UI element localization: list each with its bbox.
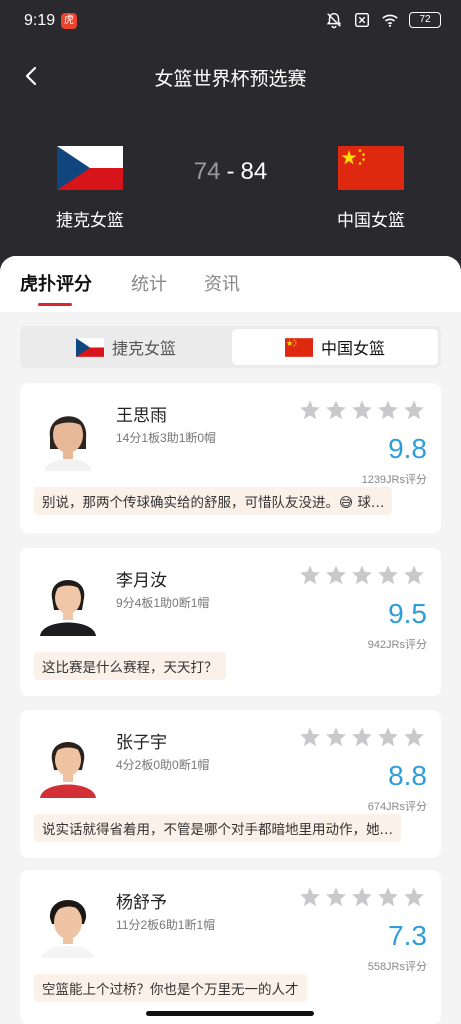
star-icon[interactable] [403,564,425,586]
away-team[interactable]: 中国女篮 [301,146,441,231]
battery-icon: 72 [409,12,441,28]
team-toggle-china[interactable]: 中国女篮 [232,329,438,365]
rating-stars[interactable] [299,886,425,908]
player-stats: 11分2板6助1断1帽 [116,918,216,932]
home-team-name: 捷克女篮 [56,211,124,231]
status-icons: 72 [325,11,441,29]
star-icon[interactable] [377,726,399,748]
player-stats: 14分1板3助1断0帽 [116,431,217,445]
player-stats: 9分4板1助0断1帽 [116,596,210,610]
china-flag-icon [284,337,313,357]
rating-stars[interactable] [299,399,425,421]
player-name: 张子宇 [116,733,167,753]
tab-stats[interactable]: 统计 [131,270,167,296]
star-icon[interactable] [377,399,399,421]
vote-count: 674JRs评分 [367,801,427,813]
star-icon[interactable] [403,886,425,908]
away-score: 84 [240,158,268,185]
page-title: 女篮世界杯预选赛 [154,68,307,90]
wifi-icon [382,14,398,27]
player-avatar [36,724,100,798]
player-rating: 9.8 [388,433,427,464]
player-rating: 7.3 [388,920,427,951]
star-icon[interactable] [299,726,321,748]
star-icon[interactable] [403,726,425,748]
top-comment[interactable]: 说实话就得省着用，不管是哪个对手都暗地里用动作，她… [34,814,401,842]
player-avatar [36,397,100,471]
tab-bar: 虎扑评分 统计 资讯 [0,256,461,312]
player-name: 杨舒予 [116,893,167,913]
mute-bell-icon [326,12,342,29]
star-icon[interactable] [325,726,347,748]
content-panel: 虎扑评分 统计 资讯 捷克女篮 中国女篮 王思雨 14分1板3助1断0帽 9.8… [0,256,461,1024]
tab-hupu-rating[interactable]: 虎扑评分 [20,270,92,296]
star-icon[interactable] [351,886,373,908]
team-toggle: 捷克女篮 中国女篮 [20,326,441,368]
player-card[interactable]: 张子宇 4分2板0助0断1帽 8.8 674JRs评分 说实话就得省着用，不管是… [20,710,441,858]
player-name: 王思雨 [116,406,167,426]
vote-count: 942JRs评分 [367,639,427,651]
china-flag-icon [338,146,404,190]
match-header: 9:19 虎 72 女篮世界杯预选赛 捷克女篮 74 - 84 中国女篮 [0,0,461,290]
star-icon[interactable] [325,564,347,586]
star-icon[interactable] [377,886,399,908]
star-icon[interactable] [351,564,373,586]
player-card[interactable]: 王思雨 14分1板3助1断0帽 9.8 1239JRs评分 别说，那两个传球确实… [20,383,441,533]
rating-stars[interactable] [299,726,425,748]
top-comment[interactable]: 空篮能上个过桥？你也是个万里无一的人才 [34,974,307,1002]
star-icon[interactable] [403,399,425,421]
top-comment[interactable]: 这比赛是什么赛程，天天打？ [34,652,226,680]
active-tab-indicator [38,303,72,306]
player-name: 李月汝 [116,571,167,591]
vote-count: 558JRs评分 [367,961,427,973]
czech-flag-icon [75,337,104,357]
player-avatar [36,884,100,958]
status-time: 9:19 [24,12,56,29]
team-toggle-czech[interactable]: 捷克女篮 [23,329,229,365]
star-icon[interactable] [299,399,321,421]
player-rating: 9.5 [388,598,427,629]
app-notification-icon: 虎 [61,13,77,29]
star-icon[interactable] [351,399,373,421]
rating-stars[interactable] [299,564,425,586]
player-card[interactable]: 李月汝 9分4板1助0断1帽 9.5 942JRs评分 这比赛是什么赛程，天天打… [20,548,441,696]
team-toggle-china-label: 中国女篮 [320,339,385,358]
tab-news[interactable]: 资讯 [204,270,240,296]
star-icon[interactable] [325,886,347,908]
star-icon[interactable] [351,726,373,748]
home-indicator[interactable] [146,1011,314,1016]
star-icon[interactable] [299,886,321,908]
player-card[interactable]: 杨舒予 11分2板6助1断1帽 7.3 558JRs评分 空篮能上个过桥？你也是… [20,870,441,1024]
star-icon[interactable] [325,399,347,421]
vote-count: 1239JRs评分 [361,474,427,486]
home-score: 74 [193,158,221,185]
score-separator: - [226,158,235,185]
player-rating: 8.8 [388,760,427,791]
status-bar: 9:19 虎 72 [0,0,461,44]
player-stats: 4分2板0助0断1帽 [116,758,210,772]
no-sim-icon [354,12,370,28]
star-icon[interactable] [299,564,321,586]
top-comment[interactable]: 别说，那两个传球确实给的舒服，可惜队友没进。😅 球… [34,487,393,515]
team-toggle-czech-label: 捷克女篮 [111,339,176,358]
star-icon[interactable] [377,564,399,586]
away-team-name: 中国女篮 [337,211,405,231]
player-avatar [36,562,100,636]
